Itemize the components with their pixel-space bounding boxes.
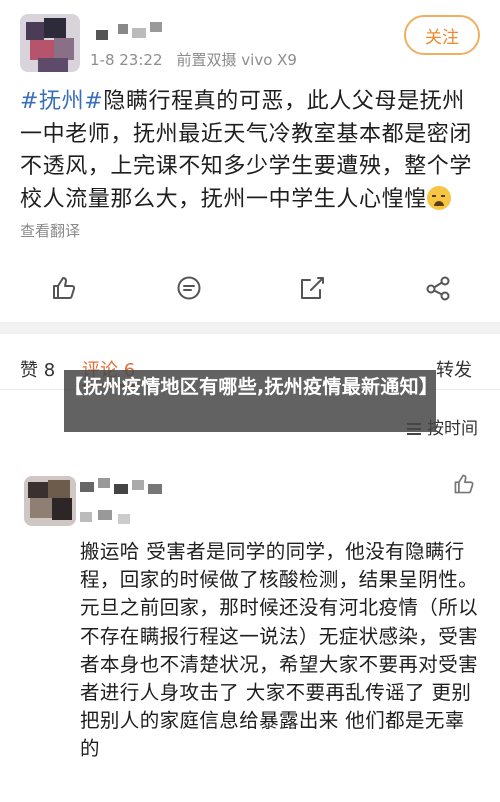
comment-text: 搬运哈 受害者是同学的同学，他没有隐瞒行程，回家的时候做了核酸检测，结果呈阴性。… (80, 540, 479, 761)
username-redacted[interactable] (96, 22, 168, 42)
share-icon[interactable] (424, 274, 452, 302)
hashtag-link[interactable]: #抚州# (20, 89, 103, 114)
comment-meta-redacted (80, 508, 150, 524)
article-title-banner: 【抚州疫情地区有哪些,抚州疫情最新通知】 (64, 370, 438, 432)
post-timestamp: 1-8 23:22 (90, 51, 163, 69)
weibo-post: 1-8 23:22 前置双摄 vivo X9 关注 #抚州#隐瞒行程真的可恶，此人… (0, 0, 500, 322)
follow-button[interactable]: 关注 (404, 15, 480, 55)
post-action-bar (0, 266, 500, 310)
post-body: #抚州#隐瞒行程真的可恶，此人父母是抚州一中老师，抚州最近天气冷教室基本都是密闭… (20, 86, 482, 216)
thumbs-up-icon[interactable] (50, 274, 78, 302)
commenter-avatar[interactable] (24, 476, 76, 526)
tab-likes[interactable]: 赞 8 (20, 356, 55, 382)
commenter-name-redacted[interactable] (80, 478, 170, 498)
comment-thumbs-up-icon[interactable] (452, 472, 476, 496)
comment-item: 搬运哈 受害者是同学的同学，他没有隐瞒行程，回家的时候做了核酸检测，结果呈阴性。… (0, 452, 500, 802)
section-divider (0, 322, 500, 334)
forward-icon[interactable] (298, 274, 326, 302)
post-meta: 1-8 23:22 前置双摄 vivo X9 (90, 49, 297, 70)
weary-face-emoji-icon (426, 185, 451, 210)
avatar[interactable] (20, 14, 80, 72)
tab-reposts[interactable]: 转发 (436, 356, 472, 382)
comment-icon[interactable] (175, 274, 203, 302)
translate-link[interactable]: 查看翻译 (20, 220, 80, 241)
post-source: 前置双摄 vivo X9 (176, 51, 297, 69)
